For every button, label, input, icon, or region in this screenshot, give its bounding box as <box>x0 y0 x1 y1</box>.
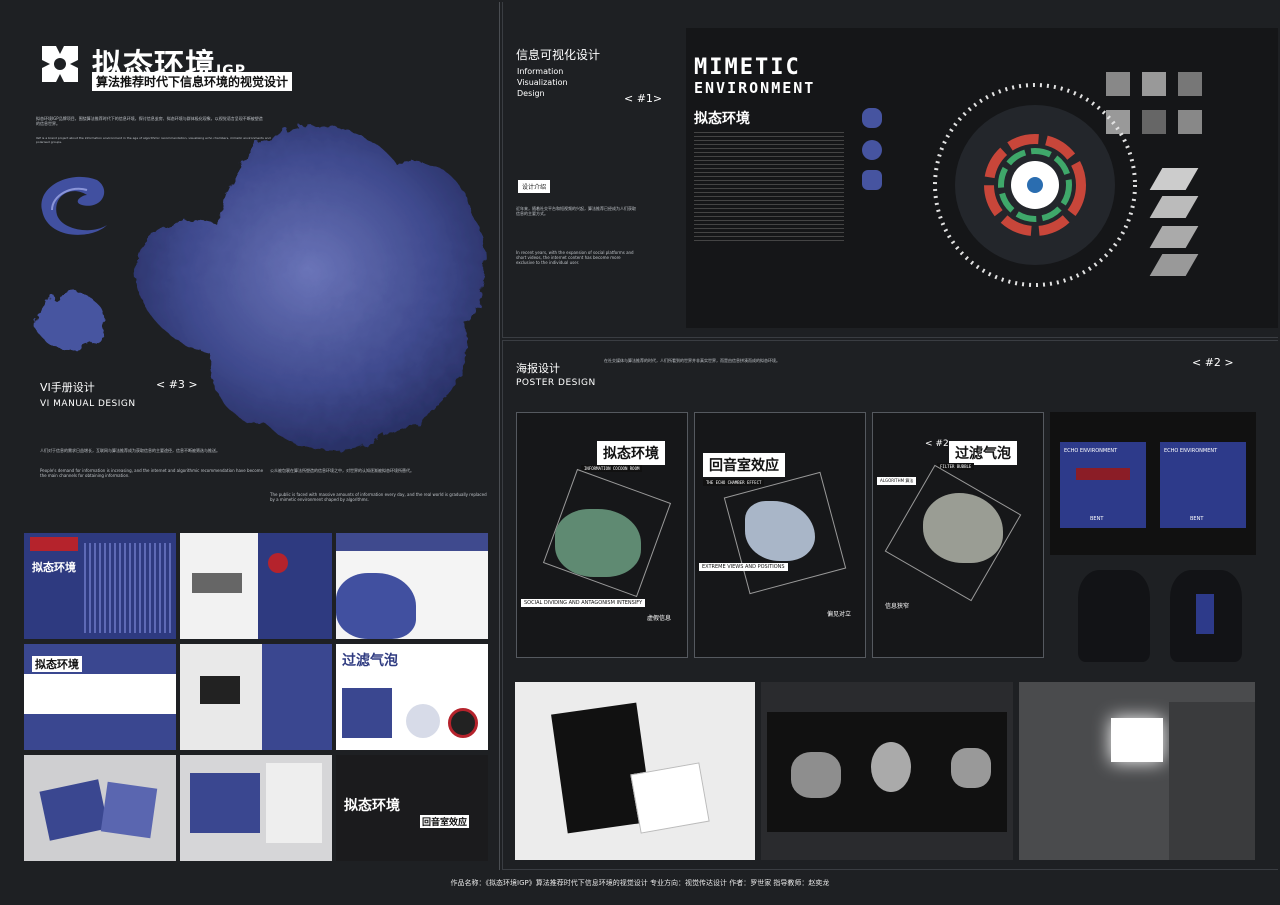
body-en-1: People's demand for information is incre… <box>40 468 264 478</box>
thumbnail-1: 拟态环境 <box>24 533 176 639</box>
main-blob-image <box>135 125 486 451</box>
display-stand-photo <box>515 682 755 860</box>
body-en-2: The public is faced with massive amounts… <box>270 492 487 502</box>
vi-section-title-en: VI MANUAL DESIGN <box>40 399 136 409</box>
poster-tag: < #2 > <box>1192 356 1234 369</box>
thumbnail-9: 拟态环境 回音室效应 <box>336 755 488 861</box>
info-desc-cn: 近年来，随着社交平台和短视频的兴起，算法推荐已经成为人们获取信息的主要方式。 <box>516 206 636 216</box>
thumbnail-5 <box>180 644 332 750</box>
thumbnail-2 <box>180 533 332 639</box>
info-title-cn: 信息可视化设计 <box>516 48 601 62</box>
poster-desc: 在社交媒体与算法推荐的时代，人们所看到的世界并非真实世界，而是由信息拼凑而成的拟… <box>604 358 780 363</box>
brand-logo-icon <box>42 46 78 82</box>
thumbnail-3 <box>336 533 488 639</box>
vi-section-title-cn: VI手册设计 <box>40 381 95 394</box>
thumbnail-7 <box>24 755 176 861</box>
thumbnail-8 <box>180 755 332 861</box>
vi-section-tag: < #3 > <box>156 378 198 391</box>
poster-title-en: POSTER DESIGN <box>516 378 596 388</box>
lightbox-photo <box>1019 682 1255 860</box>
blue-poster-pair: ECHO ENVIRONMENT ECHO ENVIRONMENT BENT B… <box>1050 412 1256 555</box>
swirl-blob-image <box>41 176 107 235</box>
thumbnail-6: 过滤气泡 <box>336 644 488 750</box>
hoodie-back-image <box>1170 570 1242 662</box>
footer-credits: 作品名称：《拟态环境IGP》算法推荐时代下信息环境的视觉设计 专业方向：视觉传达… <box>0 872 1280 905</box>
poster-card-1: 拟态环境 INFORMATION COCOON ROOM SOCIAL DIVI… <box>516 412 688 658</box>
info-title-en: Information Visualization Design <box>517 67 568 98</box>
thumbnail-4: 拟态环境 <box>24 644 176 750</box>
poster-card-2: 回音室效应 THE ECHO CHAMBER EFFECT EXTREME VI… <box>694 412 866 658</box>
brand-subtitle: 算法推荐时代下信息环境的视觉设计 <box>92 72 293 91</box>
info-desc-en: In recent years, with the expansion of s… <box>516 250 634 265</box>
subway-poster-photo <box>761 682 1013 860</box>
body-cn-2: 公众被包裹在算法所塑造的信息环境之中，对世界的认知逐渐被拟态环境所替代。 <box>270 468 414 473</box>
info-tag: < #1> <box>624 92 663 105</box>
body-cn-1: 人们对于信息的需求日益增长，互联网与算法推荐成为获取信息的主要途径，信息不断被筛… <box>40 448 220 453</box>
poster-title-cn: 海报设计 <box>516 362 560 375</box>
hoodie-front-image <box>1078 570 1150 662</box>
vi-panel: 拟态环境IGP 算法推荐时代下信息环境的视觉设计 拟态环境IGP品牌项目，围绕算… <box>2 2 500 870</box>
small-blob-image <box>34 291 106 350</box>
info-circle-chart <box>933 83 1137 287</box>
design-intro-button[interactable]: 设计介绍 <box>518 180 551 193</box>
poster-card-3: < #2 过滤气泡 FILTER BUBBLE ALGORITHM 算法 信息狭… <box>872 412 1044 658</box>
